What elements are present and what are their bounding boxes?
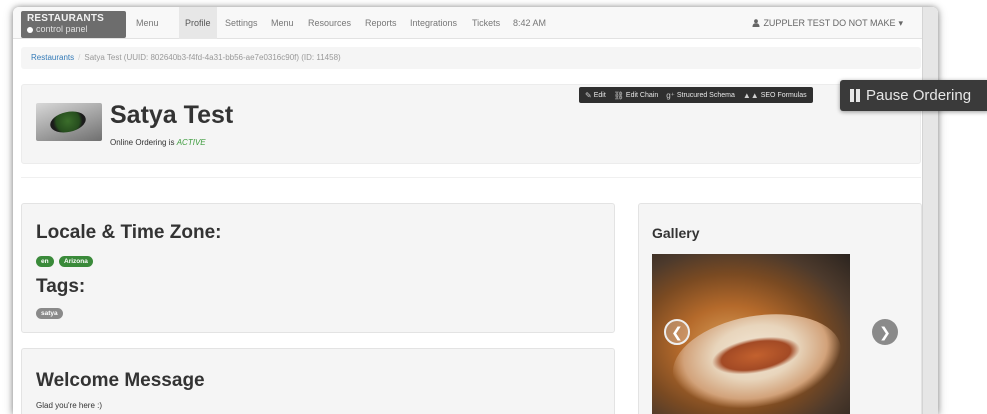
gallery-title: Gallery bbox=[652, 225, 700, 241]
breadcrumb-restaurants-link[interactable]: Restaurants bbox=[31, 53, 74, 62]
gallery-next-button[interactable]: ❯ bbox=[872, 319, 898, 345]
locale-card: Locale & Time Zone: en Arizona Tags: sat… bbox=[21, 203, 615, 333]
edit-icon: ✎ bbox=[585, 90, 592, 100]
welcome-card: Welcome Message Glad you're here :) bbox=[21, 348, 615, 414]
ordering-status-label: Online Ordering is bbox=[110, 138, 175, 147]
nav-reports[interactable]: Reports bbox=[365, 7, 397, 39]
pause-ordering-label: Pause Ordering bbox=[866, 87, 972, 104]
pause-ordering-button[interactable]: Pause Ordering bbox=[840, 80, 987, 111]
nav-integrations[interactable]: Integrations bbox=[410, 7, 457, 39]
tags-title: Tags: bbox=[36, 276, 86, 297]
edit-button-label: Edit bbox=[593, 91, 606, 99]
language-badge: en bbox=[36, 256, 54, 267]
gallery-card: Gallery ❮ ❯ bbox=[638, 203, 922, 414]
seo-formulas-button[interactable]: ▲▲ SEO Formulas bbox=[743, 91, 807, 100]
timezone-badge: Arizona bbox=[59, 256, 93, 267]
locale-title: Locale & Time Zone: bbox=[36, 222, 222, 243]
brand-subtitle: control panel bbox=[27, 24, 120, 35]
pause-icon bbox=[850, 89, 860, 102]
welcome-title: Welcome Message bbox=[36, 370, 205, 391]
user-menu[interactable]: ZUPPLER TEST DO NOT MAKE ▾ bbox=[752, 7, 903, 39]
edit-button[interactable]: ✎ Edit bbox=[585, 91, 606, 100]
action-toolbar: ✎ Edit ⛓ Edit Chain g⁺ Strucured Schema … bbox=[579, 87, 813, 103]
section-divider bbox=[21, 177, 921, 178]
nav-resources[interactable]: Resources bbox=[308, 7, 351, 39]
breadcrumb-separator: / bbox=[78, 53, 81, 62]
restaurant-name: Satya Test bbox=[110, 101, 234, 129]
structured-schema-button-label: Strucured Schema bbox=[676, 91, 735, 99]
restaurant-thumbnail bbox=[36, 103, 102, 141]
link-icon: ⛓ bbox=[613, 90, 624, 100]
window-scrollbar[interactable] bbox=[922, 7, 938, 414]
breadcrumb-current: Satya Test (UUID: 802640b3-f4fd-4a31-bb5… bbox=[84, 53, 341, 62]
seo-formulas-button-label: SEO Formulas bbox=[760, 91, 807, 99]
user-icon bbox=[752, 19, 760, 27]
edit-chain-button-label: Edit Chain bbox=[625, 91, 659, 99]
welcome-text: Glad you're here :) bbox=[36, 401, 103, 410]
nav-settings[interactable]: Settings bbox=[225, 7, 258, 39]
binoculars-icon: ▲▲ bbox=[742, 90, 759, 100]
top-navbar: RESTAURANTS control panel Menu Profile S… bbox=[13, 7, 938, 39]
user-name: ZUPPLER TEST DO NOT MAKE bbox=[763, 18, 896, 28]
circle-icon bbox=[27, 26, 33, 33]
structured-schema-button[interactable]: g⁺ Strucured Schema bbox=[666, 91, 735, 100]
ordering-status-value: ACTIVE bbox=[176, 138, 206, 147]
brand-subtitle-text: control panel bbox=[36, 24, 88, 34]
nav-menu[interactable]: Menu bbox=[136, 7, 159, 39]
nav-time: 8:42 AM bbox=[513, 18, 547, 28]
gallery-prev-button[interactable]: ❮ bbox=[664, 319, 690, 345]
restaurant-header: Satya Test Online Ordering is ACTIVE ✎ E… bbox=[21, 84, 921, 164]
brand-logo[interactable]: RESTAURANTS control panel bbox=[21, 11, 126, 38]
tag-badge: satya bbox=[36, 308, 63, 319]
google-plus-icon: g⁺ bbox=[666, 90, 675, 100]
edit-chain-button[interactable]: ⛓ Edit Chain bbox=[614, 91, 658, 100]
ordering-status: Online Ordering is ACTIVE bbox=[110, 138, 206, 147]
browser-window: RESTAURANTS control panel Menu Profile S… bbox=[13, 7, 938, 414]
brand-title: RESTAURANTS bbox=[27, 13, 105, 24]
nav-profile[interactable]: Profile bbox=[179, 7, 217, 39]
nav-menu-2[interactable]: Menu bbox=[271, 7, 294, 39]
caret-down-icon: ▾ bbox=[898, 18, 903, 28]
breadcrumb: Restaurants / Satya Test (UUID: 802640b3-f… bbox=[21, 47, 921, 69]
nav-tickets[interactable]: Tickets bbox=[472, 7, 500, 39]
